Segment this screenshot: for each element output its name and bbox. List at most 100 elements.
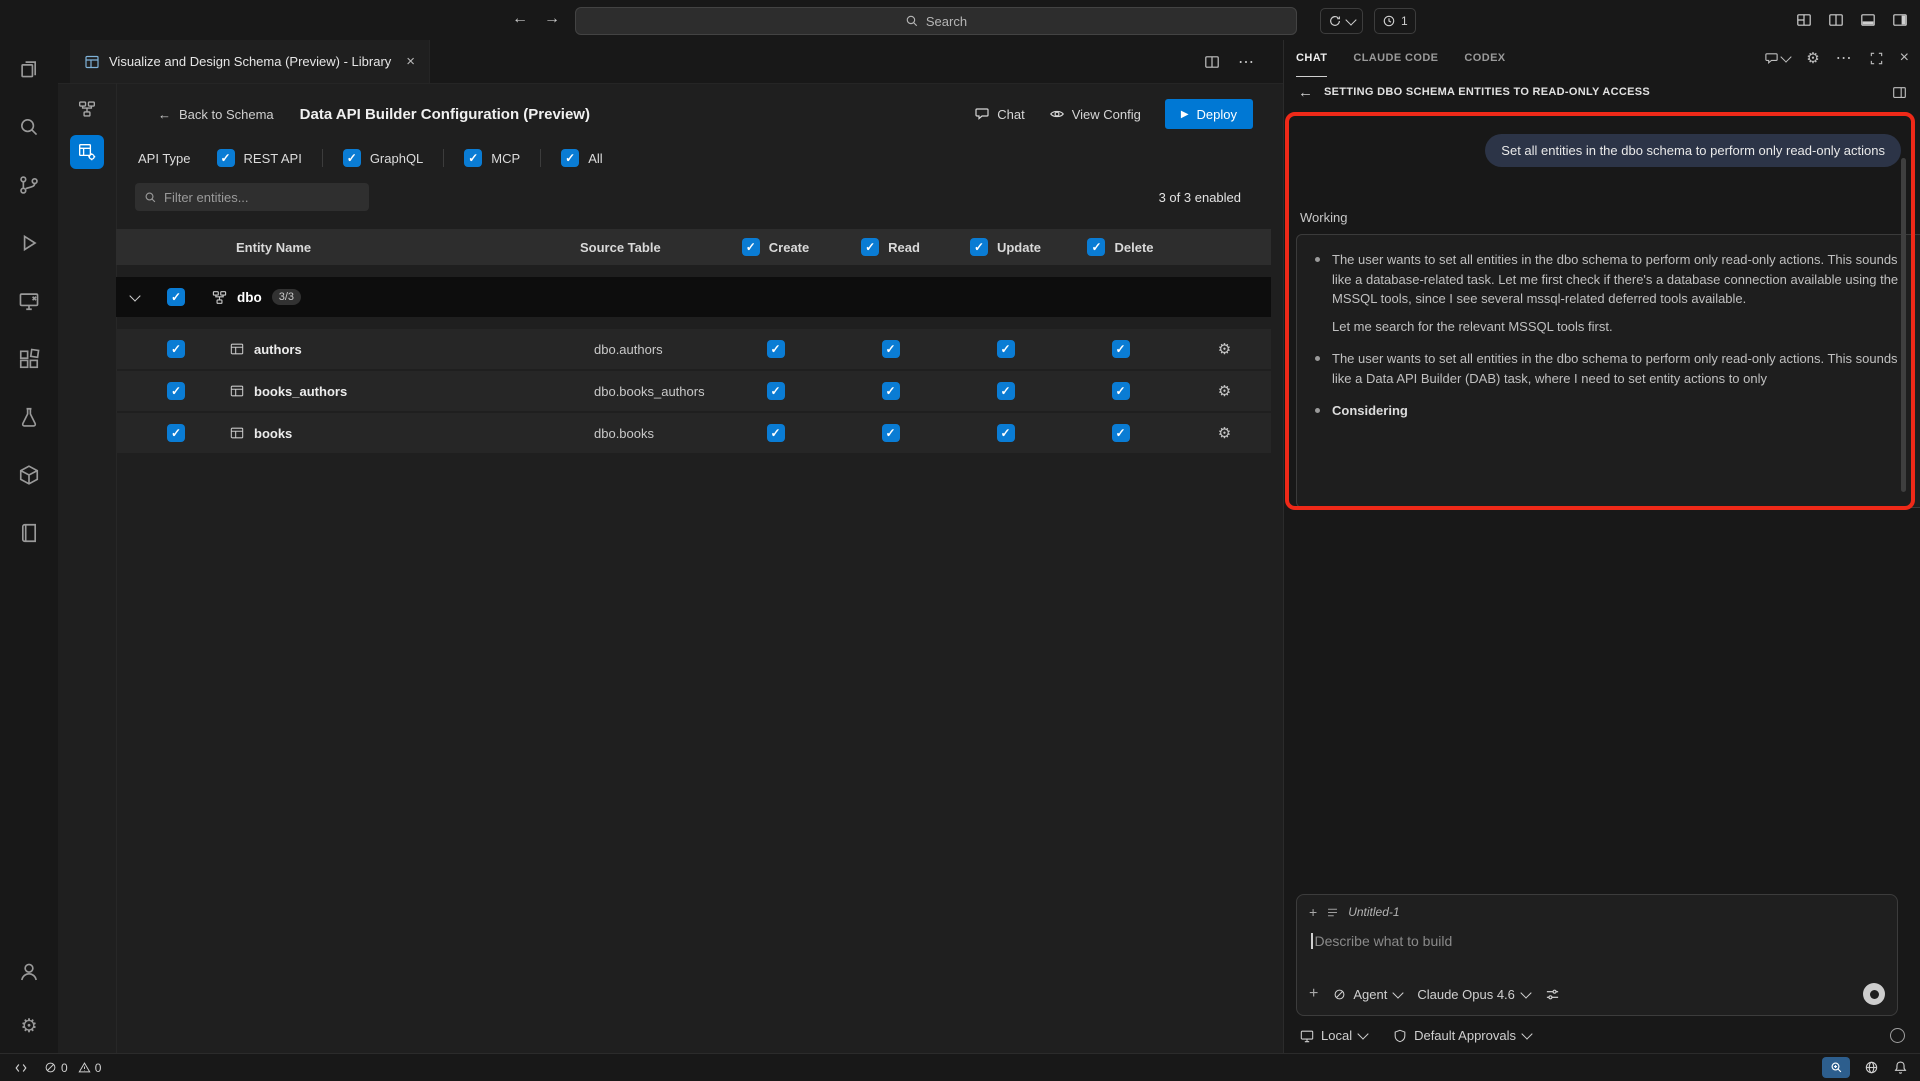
- table-row[interactable]: books_authors dbo.books_authors ⚙: [116, 371, 1271, 411]
- usage-counter-button[interactable]: 1: [1374, 8, 1416, 34]
- tab-claude-code[interactable]: CLAUDE CODE: [1353, 40, 1438, 76]
- global-search-box[interactable]: Search: [575, 7, 1297, 35]
- extensions-icon[interactable]: [0, 330, 58, 388]
- bullet-icon: [1315, 356, 1320, 361]
- nav-forward-icon[interactable]: →: [544, 10, 560, 28]
- nav-back-icon[interactable]: ←: [512, 10, 528, 28]
- collapse-chevron-icon[interactable]: [129, 290, 140, 301]
- context-file-chip[interactable]: Untitled-1: [1348, 905, 1399, 919]
- view-config-button[interactable]: View Config: [1049, 106, 1141, 122]
- api-option-graphql[interactable]: GraphQL: [343, 149, 423, 167]
- api-option-all[interactable]: All: [561, 149, 602, 167]
- update-checkbox[interactable]: [997, 424, 1015, 442]
- split-editor-icon[interactable]: [1828, 12, 1844, 28]
- approvals-picker[interactable]: Default Approvals: [1393, 1028, 1531, 1043]
- zoom-indicator[interactable]: [1822, 1057, 1850, 1078]
- source-control-icon[interactable]: [0, 156, 58, 214]
- chat-scrollbar-thumb[interactable]: [1901, 158, 1906, 492]
- chat-input-box[interactable]: + Untitled-1 Describe what to build + Ag…: [1296, 894, 1898, 1016]
- chat-settings-gear-icon[interactable]: ⚙: [1806, 51, 1819, 66]
- create-checkbox[interactable]: [767, 424, 785, 442]
- update-checkbox[interactable]: [997, 382, 1015, 400]
- rest-api-label: REST API: [244, 151, 302, 166]
- group-select-checkbox[interactable]: [167, 288, 185, 306]
- delete-checkbox[interactable]: [1112, 382, 1130, 400]
- update-checkbox[interactable]: [997, 340, 1015, 358]
- dab-configuration-icon[interactable]: [70, 135, 104, 169]
- api-option-mcp[interactable]: MCP: [464, 149, 520, 167]
- table-row[interactable]: books dbo.books ⚙: [116, 413, 1271, 453]
- remote-indicator-icon[interactable]: [14, 1061, 28, 1075]
- filter-entities-input[interactable]: Filter entities...: [135, 183, 369, 211]
- back-to-schema-button[interactable]: ← Back to Schema: [158, 107, 274, 122]
- explorer-icon[interactable]: [0, 40, 58, 98]
- schema-icon: [212, 290, 227, 305]
- api-option-rest[interactable]: REST API: [217, 149, 302, 167]
- schema-group-row[interactable]: dbo 3/3: [116, 277, 1271, 317]
- session-back-icon[interactable]: ←: [1298, 84, 1313, 101]
- customize-layout-icon[interactable]: [1796, 12, 1812, 28]
- model-picker[interactable]: Claude Opus 4.6: [1417, 987, 1530, 1002]
- split-editor-right-icon[interactable]: [1204, 54, 1220, 70]
- eye-icon: [1049, 106, 1065, 122]
- update-all-checkbox[interactable]: [970, 238, 988, 256]
- search-sidebar-icon[interactable]: [0, 98, 58, 156]
- mcp-checkbox[interactable]: [464, 149, 482, 167]
- tab-close-icon[interactable]: ×: [406, 53, 415, 70]
- settings-gear-icon[interactable]: ⚙: [0, 999, 58, 1053]
- graphql-checkbox[interactable]: [343, 149, 361, 167]
- schema-visualizer-icon[interactable]: [70, 92, 104, 126]
- open-in-editor-icon[interactable]: [1892, 85, 1907, 100]
- tab-codex[interactable]: CODEX: [1464, 40, 1505, 76]
- row-settings-gear-icon[interactable]: ⚙: [1218, 424, 1231, 442]
- chat-more-icon[interactable]: ⋯: [1836, 48, 1853, 68]
- new-chat-dropdown-button[interactable]: [1764, 51, 1790, 66]
- tools-sliders-icon[interactable]: [1545, 987, 1560, 1002]
- row-select-checkbox[interactable]: [167, 340, 185, 358]
- read-checkbox[interactable]: [882, 382, 900, 400]
- agent-sessions-button[interactable]: [1320, 8, 1363, 34]
- package-cube-icon[interactable]: [0, 446, 58, 504]
- toggle-secondary-sidebar-icon[interactable]: [1892, 12, 1908, 28]
- account-icon[interactable]: [0, 945, 58, 999]
- testing-icon[interactable]: [0, 388, 58, 446]
- library-icon[interactable]: [0, 504, 58, 562]
- environment-picker[interactable]: Local: [1300, 1028, 1367, 1043]
- add-context-icon[interactable]: +: [1309, 904, 1317, 920]
- problems-indicator[interactable]: 0 0: [44, 1061, 101, 1075]
- delete-checkbox[interactable]: [1112, 424, 1130, 442]
- chat-button[interactable]: Chat: [974, 106, 1024, 122]
- read-checkbox[interactable]: [882, 424, 900, 442]
- editor-tab[interactable]: Visualize and Design Schema (Preview) - …: [70, 40, 430, 83]
- all-checkbox[interactable]: [561, 149, 579, 167]
- rest-api-checkbox[interactable]: [217, 149, 235, 167]
- read-all-checkbox[interactable]: [861, 238, 879, 256]
- tab-chat[interactable]: CHAT: [1296, 40, 1327, 77]
- delete-all-checkbox[interactable]: [1087, 238, 1105, 256]
- more-actions-icon[interactable]: ⋯: [1238, 52, 1255, 72]
- notifications-bell-icon[interactable]: [1893, 1060, 1908, 1075]
- thought-item: Considering: [1315, 401, 1915, 421]
- language-globe-icon[interactable]: [1864, 1060, 1879, 1075]
- attach-icon[interactable]: +: [1309, 985, 1318, 1003]
- mode-picker[interactable]: Agent: [1333, 987, 1402, 1002]
- maximize-icon[interactable]: [1869, 51, 1884, 66]
- create-checkbox[interactable]: [767, 340, 785, 358]
- remote-window-icon[interactable]: [0, 272, 58, 330]
- chat-input-placeholder[interactable]: Describe what to build: [1315, 933, 1453, 949]
- close-panel-icon[interactable]: ×: [1900, 49, 1909, 67]
- row-settings-gear-icon[interactable]: ⚙: [1218, 340, 1231, 358]
- table-row[interactable]: authors dbo.authors ⚙: [116, 329, 1271, 369]
- row-settings-gear-icon[interactable]: ⚙: [1218, 382, 1231, 400]
- create-all-checkbox[interactable]: [742, 238, 760, 256]
- schema-count-badge: 3/3: [272, 289, 301, 305]
- create-checkbox[interactable]: [767, 382, 785, 400]
- toggle-panel-icon[interactable]: [1860, 12, 1876, 28]
- delete-checkbox[interactable]: [1112, 340, 1130, 358]
- run-debug-icon[interactable]: [0, 214, 58, 272]
- read-checkbox[interactable]: [882, 340, 900, 358]
- row-select-checkbox[interactable]: [167, 382, 185, 400]
- row-select-checkbox[interactable]: [167, 424, 185, 442]
- voice-record-button[interactable]: [1863, 983, 1885, 1005]
- deploy-button[interactable]: ▶ Deploy: [1165, 99, 1253, 129]
